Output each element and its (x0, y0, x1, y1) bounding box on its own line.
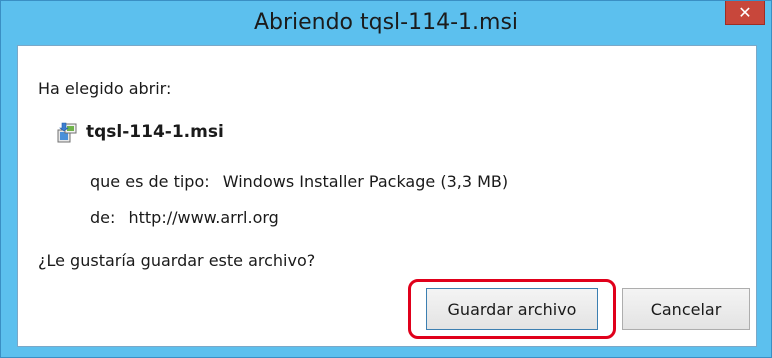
dialog-body: Ha elegido abrir: tqsl-114-1.msi que es … (17, 45, 757, 347)
close-button[interactable]: ✕ (725, 1, 765, 25)
file-source-value: http://www.arrl.org (128, 208, 279, 227)
dialog-title: Abriendo tqsl-114-1.msi (253, 10, 519, 35)
file-source-label: de: (90, 208, 116, 227)
title-bar[interactable]: Abriendo tqsl-114-1.msi ✕ (1, 1, 771, 45)
save-file-button[interactable]: Guardar archivo (426, 288, 598, 330)
download-dialog: Abriendo tqsl-114-1.msi ✕ Ha elegido abr… (0, 0, 772, 358)
installer-package-icon (56, 121, 78, 143)
file-type-label: que es de tipo: (90, 172, 210, 191)
file-row: tqsl-114-1.msi (56, 120, 224, 144)
file-type-value: Windows Installer Package (3,3 MB) (222, 172, 509, 191)
cancel-button[interactable]: Cancelar (622, 288, 750, 330)
save-question: ¿Le gustaría guardar este archivo? (38, 251, 316, 270)
intro-text: Ha elegido abrir: (38, 79, 172, 98)
file-name: tqsl-114-1.msi (86, 122, 224, 142)
file-type-row: que es de tipo: Windows Installer Packag… (90, 172, 508, 191)
close-icon: ✕ (738, 2, 752, 22)
file-source-row: de: http://www.arrl.org (90, 208, 279, 227)
